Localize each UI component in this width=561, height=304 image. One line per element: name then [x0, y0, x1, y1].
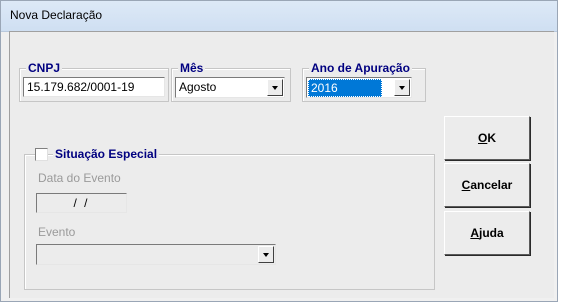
ok-label-rest: K	[487, 131, 496, 145]
dialog-client-area: CNPJ 15.179.682/0001-19 Mês Agosto Ano d…	[9, 31, 554, 298]
cancelar-label-rest: ancelar	[470, 178, 513, 192]
mes-legend: Mês	[178, 61, 206, 75]
situacao-especial-group: Situação Especial Data do Evento / / Eve…	[24, 147, 435, 290]
ano-dropdown-icon[interactable]	[394, 79, 410, 96]
cancelar-mnemonic: C	[461, 178, 471, 192]
evento-label: Evento	[38, 225, 76, 239]
ano-legend: Ano de Apuração	[309, 61, 412, 75]
evento-dropdown-icon	[258, 246, 274, 263]
mes-group: Mês Agosto	[171, 61, 291, 102]
ajuda-mnemonic: A	[470, 226, 479, 240]
situacao-especial-legend[interactable]: Situação Especial	[53, 147, 160, 161]
cnpj-input[interactable]: 15.179.682/0001-19	[23, 77, 165, 97]
window-title: Nova Declaração	[10, 8, 103, 22]
cancelar-button[interactable]: Cancelar	[444, 163, 530, 207]
cnpj-legend: CNPJ	[26, 61, 63, 75]
title-bar[interactable]: Nova Declaração	[1, 1, 557, 32]
ajuda-button[interactable]: Ajuda	[444, 211, 530, 255]
data-evento-value: / /	[73, 196, 90, 210]
mes-selected-value: Agosto	[179, 80, 217, 94]
data-evento-label: Data do Evento	[38, 171, 121, 185]
ok-button[interactable]: OK	[444, 116, 530, 160]
cnpj-group: CNPJ 15.179.682/0001-19	[19, 61, 169, 102]
evento-select	[36, 244, 276, 265]
situacao-especial-checkbox[interactable]	[35, 148, 48, 161]
mes-dropdown-icon[interactable]	[267, 79, 283, 96]
ano-group: Ano de Apuração 2016	[302, 61, 426, 102]
dialog-window: Nova Declaração CNPJ 15.179.682/0001-19 …	[0, 0, 558, 302]
ajuda-label-rest: juda	[479, 226, 504, 240]
ok-mnemonic: O	[477, 131, 488, 145]
ano-selected-value: 2016	[308, 79, 382, 97]
data-evento-input: / /	[36, 193, 127, 213]
